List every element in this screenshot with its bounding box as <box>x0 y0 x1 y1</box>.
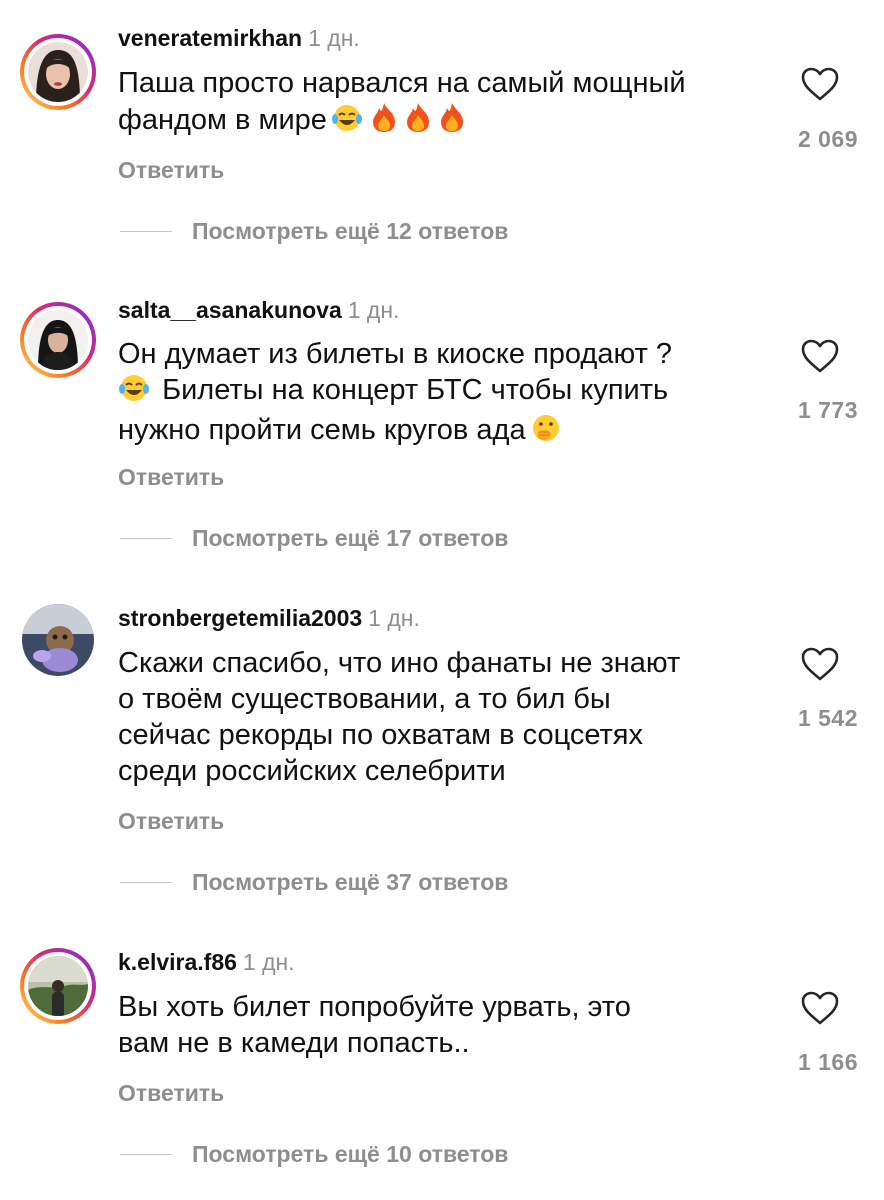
timestamp: 1 дн. <box>242 949 295 975</box>
reply-button[interactable]: Ответить <box>118 807 224 835</box>
like-button[interactable] <box>800 646 840 682</box>
comment-text-line: Он думает из билеты в киоске продают ? <box>118 338 673 370</box>
comment-text-line: нужно пройти семь кругов ада <box>118 414 526 446</box>
heart-outline-icon <box>801 67 839 101</box>
username-link[interactable]: k.elvira.f86 <box>118 949 237 975</box>
likes-count: 1 166 <box>797 1049 858 1075</box>
likes-count: 1 542 <box>797 705 858 731</box>
divider <box>120 538 172 539</box>
divider <box>120 882 172 883</box>
username-link[interactable]: veneratemirkhan <box>118 25 302 51</box>
comment-header: k.elvira.f86 1 дн. <box>118 948 295 976</box>
comment-header: salta__asanakunova 1 дн. <box>118 296 399 324</box>
comment-text-line: о твоём существовании, а то бил бы <box>118 683 611 715</box>
fire-icon <box>405 101 431 142</box>
heart-outline-icon <box>801 339 839 373</box>
reply-button[interactable]: Ответить <box>118 156 224 184</box>
heart-outline-icon <box>801 647 839 681</box>
view-more-replies-button[interactable]: Посмотреть ещё 17 ответов <box>192 524 508 552</box>
comment-text-line: фандом в мире <box>118 104 327 136</box>
avatar <box>28 310 88 370</box>
divider <box>120 1154 172 1155</box>
comment-text-line: среди российских селебрити <box>118 755 506 787</box>
avatar[interactable] <box>20 602 96 678</box>
comment-text: Вы хоть билет попробуйте урвать, это вам… <box>118 989 758 1061</box>
fire-icon <box>371 101 397 142</box>
avatar-story-ring[interactable] <box>20 302 96 378</box>
face-with-hand-over-mouth-icon <box>530 413 562 452</box>
avatar-story-ring[interactable] <box>20 34 96 110</box>
comment-header: veneratemirkhan 1 дн. <box>118 24 360 52</box>
likes-count: 1 773 <box>797 397 858 423</box>
view-more-replies-button[interactable]: Посмотреть ещё 10 ответов <box>192 1140 508 1168</box>
fire-icon <box>439 101 465 142</box>
likes-count: 2 069 <box>797 126 858 152</box>
comment-text-line: Вы хоть билет попробуйте урвать, это <box>118 991 631 1023</box>
comment-text-line: Билеты на концерт БТС чтобы купить <box>162 374 669 406</box>
comment-text: Скажи спасибо, что ино фанаты не знают о… <box>118 645 768 789</box>
like-button[interactable] <box>800 66 840 102</box>
divider <box>120 231 172 232</box>
avatar <box>28 956 88 1016</box>
reply-button[interactable]: Ответить <box>118 463 224 491</box>
avatar-story-ring[interactable] <box>20 948 96 1024</box>
comment-text: Он думает из билеты в киоске продают ? Б… <box>118 336 768 452</box>
reply-button[interactable]: Ответить <box>118 1079 224 1107</box>
like-button[interactable] <box>800 990 840 1026</box>
username-link[interactable]: salta__asanakunova <box>118 297 342 323</box>
timestamp: 1 дн. <box>347 297 400 323</box>
comment-header: stronbergetemilia2003 1 дн. <box>118 604 420 632</box>
avatar <box>28 42 88 102</box>
view-more-replies-button[interactable]: Посмотреть ещё 12 ответов <box>192 217 508 245</box>
like-button[interactable] <box>800 338 840 374</box>
avatar-image <box>22 604 94 676</box>
timestamp: 1 дн. <box>368 605 420 631</box>
heart-outline-icon <box>801 991 839 1025</box>
comment-text: Паша просто нарвался на самый мощный фан… <box>118 65 758 142</box>
timestamp: 1 дн. <box>308 25 360 51</box>
view-more-replies-button[interactable]: Посмотреть ещё 37 ответов <box>192 868 508 896</box>
face-with-tears-of-joy-icon <box>331 103 363 142</box>
comment-text-line: Скажи спасибо, что ино фанаты не знают <box>118 647 681 679</box>
face-with-tears-of-joy-icon <box>118 373 150 412</box>
comment-text-line: сейчас рекорды по охватам в соцсетях <box>118 719 644 751</box>
comment-text-line: вам не в камеди попасть.. <box>118 1027 470 1059</box>
comment-text-line: Паша просто нарвался на самый мощный <box>118 67 686 99</box>
username-link[interactable]: stronbergetemilia2003 <box>118 605 362 631</box>
